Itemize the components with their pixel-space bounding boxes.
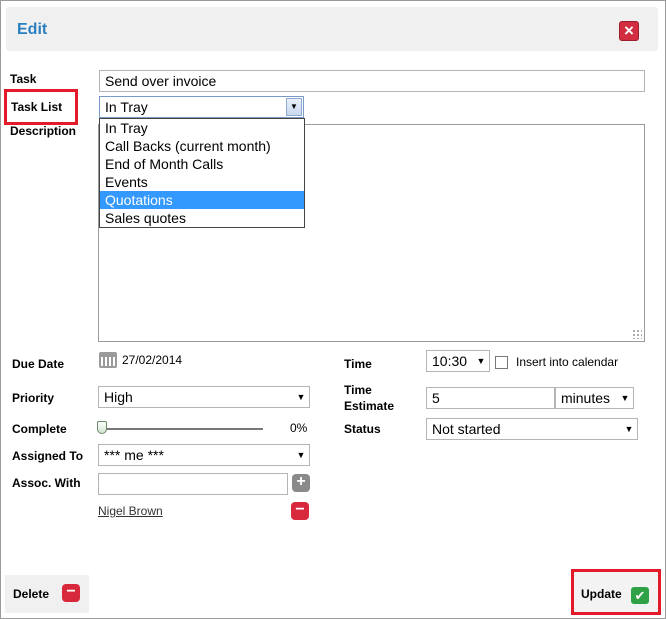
tasklist-option[interactable]: Call Backs (current month): [100, 137, 304, 155]
time-estimate-input[interactable]: 5: [426, 387, 555, 409]
time-value: 10:30: [432, 353, 468, 369]
assoc-person-link[interactable]: Nigel Brown: [98, 504, 163, 518]
delete-label: Delete: [13, 587, 50, 601]
delete-button[interactable]: Delete −: [5, 575, 89, 613]
edit-task-dialog: Edit × Task Send over invoice Task List …: [0, 0, 666, 619]
time-estimate-label-line2: Estimate: [344, 399, 395, 413]
chevron-down-icon[interactable]: ▼: [621, 419, 637, 439]
chevron-down-icon[interactable]: ▼: [293, 445, 309, 465]
assigned-select[interactable]: *** me *** ▼: [98, 444, 310, 466]
tasklist-selected-value: In Tray: [105, 99, 148, 115]
status-value: Not started: [432, 421, 501, 437]
tasklist-select[interactable]: In Tray ▼: [99, 96, 304, 118]
checkmark-icon: ✔: [631, 587, 649, 604]
complete-slider-track[interactable]: [101, 428, 263, 430]
task-input[interactable]: Send over invoice: [99, 70, 645, 92]
time-estimate-label-line1: Time: [344, 383, 372, 397]
description-label: Description: [10, 124, 77, 138]
assigned-label: Assigned To: [12, 449, 84, 463]
resize-grip-icon[interactable]: [632, 329, 642, 339]
close-icon[interactable]: ×: [619, 21, 639, 41]
assigned-value: *** me ***: [104, 447, 164, 463]
tasklist-option[interactable]: In Tray: [100, 119, 304, 137]
tasklist-option[interactable]: Sales quotes: [100, 209, 304, 227]
tasklist-option-highlighted[interactable]: Quotations: [100, 191, 304, 209]
time-select[interactable]: 10:30 ▼: [426, 350, 490, 372]
complete-slider-handle[interactable]: [97, 421, 107, 434]
update-button[interactable]: Update ✔: [571, 569, 661, 615]
status-select[interactable]: Not started ▼: [426, 418, 638, 440]
priority-value: High: [104, 389, 133, 405]
chevron-down-icon[interactable]: ▼: [293, 387, 309, 407]
dialog-title: Edit: [17, 21, 48, 38]
assoc-label: Assoc. With: [12, 476, 81, 490]
complete-value: 0%: [290, 421, 308, 435]
due-date-label: Due Date: [12, 357, 65, 371]
insert-calendar-checkbox[interactable]: [495, 356, 508, 369]
task-label: Task: [10, 72, 37, 86]
calendar-icon[interactable]: [99, 352, 117, 368]
tasklist-option[interactable]: End of Month Calls: [100, 155, 304, 173]
add-icon[interactable]: +: [292, 474, 310, 492]
tasklist-option[interactable]: Events: [100, 173, 304, 191]
remove-icon[interactable]: −: [291, 502, 309, 520]
insert-calendar-label: Insert into calendar: [516, 355, 619, 369]
time-estimate-unit: minutes: [561, 390, 611, 406]
status-label: Status: [344, 422, 381, 436]
tasklist-label: Task List: [11, 100, 63, 114]
tasklist-dropdown: In Tray Call Backs (current month) End o…: [99, 118, 305, 228]
chevron-down-icon[interactable]: ▼: [617, 388, 633, 408]
priority-label: Priority: [12, 391, 55, 405]
due-date-value[interactable]: 27/02/2014: [122, 353, 182, 367]
minus-icon: −: [62, 584, 80, 602]
chevron-down-icon[interactable]: ▼: [286, 98, 302, 116]
time-estimate-unit-select[interactable]: minutes ▼: [555, 387, 634, 409]
complete-label: Complete: [12, 422, 67, 436]
assoc-input[interactable]: [98, 473, 288, 495]
time-label: Time: [344, 357, 372, 371]
priority-select[interactable]: High ▼: [98, 386, 310, 408]
dialog-titlebar: Edit: [6, 7, 658, 51]
update-label: Update: [581, 587, 622, 601]
chevron-down-icon[interactable]: ▼: [473, 351, 489, 371]
